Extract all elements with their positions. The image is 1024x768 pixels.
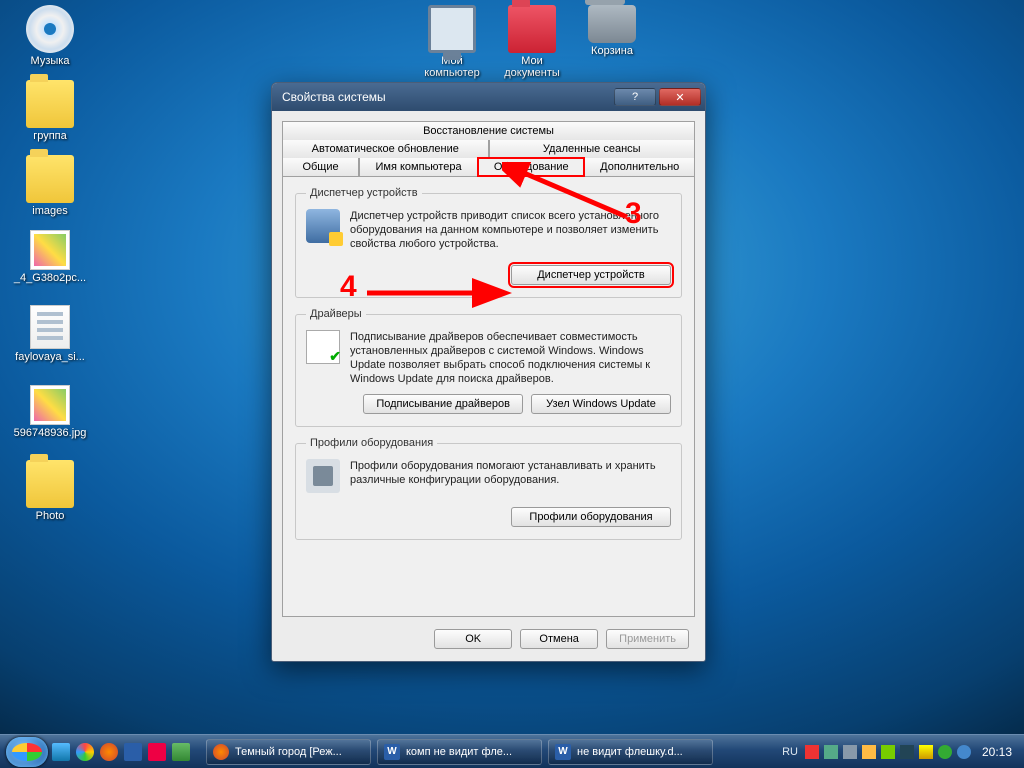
- quicklaunch-chrome-icon[interactable]: [76, 743, 94, 761]
- documents-folder-icon: [508, 5, 556, 53]
- annotation-label-4: 4: [340, 270, 357, 304]
- taskbar: Темный город [Реж... W комп не видит фле…: [0, 734, 1024, 768]
- group-legend: Диспетчер устройств: [306, 187, 422, 199]
- taskbar-item-label: Темный город [Реж...: [235, 746, 342, 758]
- system-tray[interactable]: RU 20:13: [782, 745, 1018, 759]
- folder-icon: [26, 80, 74, 128]
- icon-label: Корзина: [572, 45, 652, 57]
- icon-label: Photo: [10, 510, 90, 522]
- hardware-profiles-icon: [306, 459, 340, 493]
- desktop-icon-music[interactable]: Музыка: [10, 5, 90, 67]
- tray-icon[interactable]: [881, 745, 895, 759]
- image-thumb-icon: [30, 230, 70, 270]
- tab-system-restore[interactable]: Восстановление системы: [282, 121, 695, 140]
- close-button[interactable]: ✕: [659, 88, 701, 106]
- trash-icon: [588, 5, 636, 43]
- cancel-button[interactable]: Отмена: [520, 629, 598, 649]
- folder-icon: [26, 155, 74, 203]
- windows-update-button[interactable]: Узел Windows Update: [531, 394, 671, 414]
- quicklaunch-save-icon[interactable]: [124, 743, 142, 761]
- driver-signing-button[interactable]: Подписывание драйверов: [363, 394, 523, 414]
- icon-label: 596748936.jpg: [10, 427, 90, 439]
- group-hardware-profiles: Профили оборудования Профили оборудовани…: [295, 437, 682, 540]
- desktop-icon-gruppa[interactable]: группа: [10, 80, 90, 142]
- taskbar-item-firefox[interactable]: Темный город [Реж...: [206, 739, 371, 765]
- help-button[interactable]: ?: [614, 88, 656, 106]
- desktop-icon-images[interactable]: images: [10, 155, 90, 217]
- taskbar-item-word-2[interactable]: W не видит флешку.d...: [548, 739, 713, 765]
- taskbar-item-label: комп не видит фле...: [406, 746, 512, 758]
- titlebar[interactable]: Свойства системы ? ✕: [272, 83, 705, 111]
- clock[interactable]: 20:13: [976, 745, 1018, 759]
- desktop-icon-my-documents[interactable]: Мои документы: [492, 5, 572, 79]
- annotation-label-3: 3: [625, 197, 642, 231]
- computer-icon: [428, 5, 476, 53]
- device-manager-button[interactable]: Диспетчер устройств: [511, 265, 671, 285]
- group-drivers: Драйверы Подписывание драйверов обеспечи…: [295, 308, 682, 427]
- tray-icon[interactable]: [862, 745, 876, 759]
- tray-icon[interactable]: [957, 745, 971, 759]
- tab-panel-hardware: Диспетчер устройств Диспетчер устройств …: [282, 176, 695, 617]
- tray-icon[interactable]: [824, 745, 838, 759]
- dialog-button-row: OK Отмена Применить: [272, 617, 705, 661]
- start-button[interactable]: [6, 737, 48, 767]
- tab-auto-update[interactable]: Автоматическое обновление: [282, 140, 489, 158]
- quicklaunch-utorrent-icon[interactable]: [172, 743, 190, 761]
- language-indicator[interactable]: RU: [782, 746, 798, 758]
- icon-label: Музыка: [10, 55, 90, 67]
- desktop-icon-pic1[interactable]: 596748936.jpg: [10, 385, 90, 439]
- word-icon: W: [384, 744, 400, 760]
- desktop: Музыка Мой компьютер Мои документы Корзи…: [0, 0, 1024, 768]
- icon-label: группа: [10, 130, 90, 142]
- tray-icon[interactable]: [900, 745, 914, 759]
- icon-label: images: [10, 205, 90, 217]
- icon-label: _4_G38o2pc...: [10, 272, 90, 284]
- cd-icon: [26, 5, 74, 53]
- tab-advanced[interactable]: Дополнительно: [584, 158, 695, 176]
- desktop-icon-file1[interactable]: _4_G38o2pc...: [10, 230, 90, 284]
- quicklaunch-firefox-icon[interactable]: [100, 743, 118, 761]
- file-icon: [30, 305, 70, 349]
- icon-label: faylovaya_si...: [10, 351, 90, 363]
- desktop-icon-trash[interactable]: Корзина: [572, 5, 652, 57]
- desktop-icon-photo[interactable]: Photo: [10, 460, 90, 522]
- desktop-icon-my-computer[interactable]: Мой компьютер: [412, 5, 492, 79]
- quicklaunch-opera-icon[interactable]: [148, 743, 166, 761]
- taskbar-item-word-1[interactable]: W комп не видит фле...: [377, 739, 542, 765]
- tab-hardware[interactable]: Оборудование: [478, 158, 584, 176]
- hardware-profiles-desc: Профили оборудования помогают устанавлив…: [350, 459, 671, 493]
- window-title: Свойства системы: [282, 90, 386, 104]
- tab-general[interactable]: Общие: [282, 158, 359, 176]
- tray-battery-icon[interactable]: [919, 745, 933, 759]
- tab-strip: Восстановление системы Автоматическое об…: [272, 111, 705, 176]
- tab-computer-name[interactable]: Имя компьютера: [359, 158, 478, 176]
- image-thumb-icon: [30, 385, 70, 425]
- tray-icon[interactable]: [843, 745, 857, 759]
- system-properties-dialog: Свойства системы ? ✕ Восстановление сист…: [271, 82, 706, 662]
- desktop-icon-file2[interactable]: faylovaya_si...: [10, 305, 90, 363]
- ok-button[interactable]: OK: [434, 629, 512, 649]
- folder-icon: [26, 460, 74, 508]
- apply-button[interactable]: Применить: [606, 629, 689, 649]
- group-legend: Профили оборудования: [306, 437, 437, 449]
- tray-icon[interactable]: [938, 745, 952, 759]
- quicklaunch-ie-icon[interactable]: [52, 743, 70, 761]
- icon-label: Мои документы: [492, 55, 572, 79]
- group-legend: Драйверы: [306, 308, 366, 320]
- taskbar-item-label: не видит флешку.d...: [577, 746, 683, 758]
- device-manager-desc: Диспетчер устройств приводит список всег…: [350, 209, 671, 251]
- hardware-profiles-button[interactable]: Профили оборудования: [511, 507, 671, 527]
- drivers-icon: [306, 330, 340, 364]
- device-manager-icon: [306, 209, 340, 243]
- tray-icon[interactable]: [805, 745, 819, 759]
- firefox-icon: [213, 744, 229, 760]
- word-icon: W: [555, 744, 571, 760]
- drivers-desc: Подписывание драйверов обеспечивает совм…: [350, 330, 671, 386]
- tab-remote[interactable]: Удаленные сеансы: [489, 140, 696, 158]
